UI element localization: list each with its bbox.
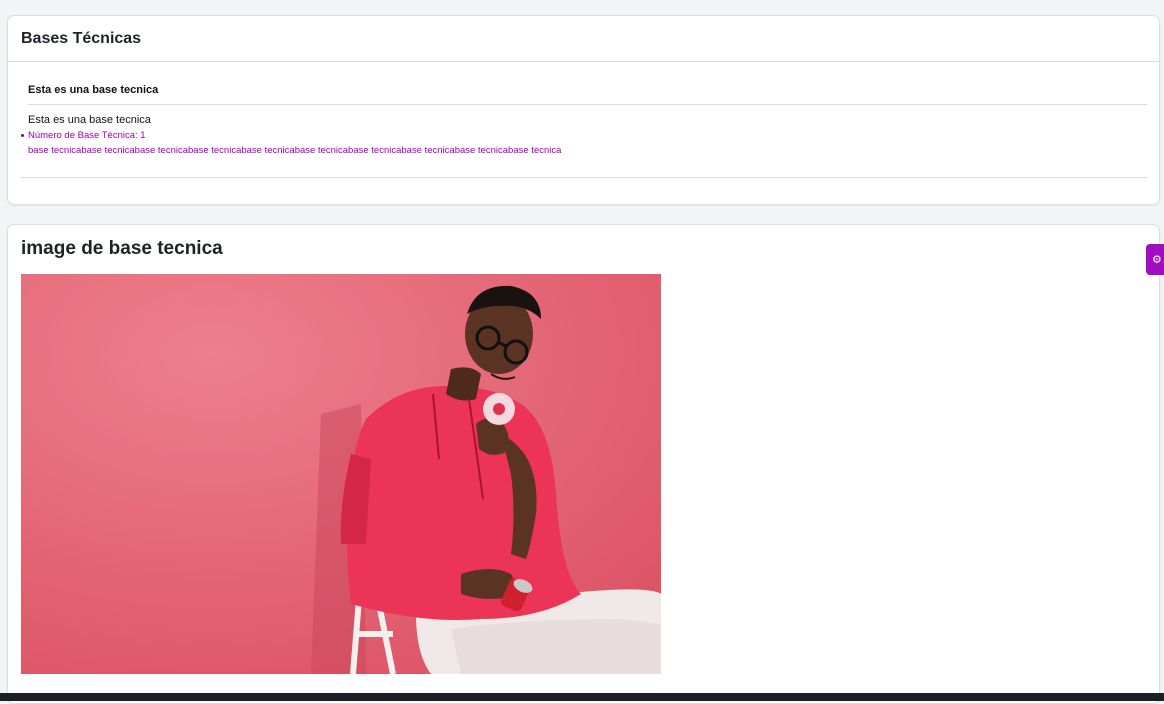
base-number-label: Número de Base Técnica: 1 bbox=[28, 130, 146, 141]
base-item-text: Esta es una base tecnica bbox=[28, 114, 151, 126]
image-card-title: image de base tecnica bbox=[21, 238, 223, 259]
settings-side-button[interactable]: ⚙ bbox=[1146, 244, 1164, 275]
divider bbox=[21, 177, 1147, 178]
base-tecnica-image bbox=[21, 274, 661, 674]
bottom-toolbar bbox=[0, 693, 1164, 701]
photo-illustration bbox=[21, 274, 661, 674]
image-card: image de base tecnica bbox=[7, 224, 1160, 704]
bullet-icon bbox=[21, 134, 24, 137]
base-description: base tecnicabase tecnicabase tecnicabase… bbox=[28, 145, 562, 156]
card-title: Bases Técnicas bbox=[21, 29, 142, 47]
settings-icon: ⚙ bbox=[1152, 254, 1162, 266]
base-number-line: Número de Base Técnica: 1 bbox=[21, 130, 146, 141]
base-item-heading: Esta es una base tecnica bbox=[28, 84, 1147, 105]
bases-tecnicas-card: Bases Técnicas Esta es una base tecnica … bbox=[7, 15, 1160, 205]
base-item-title: Esta es una base tecnica bbox=[28, 84, 159, 96]
card-header: Bases Técnicas bbox=[8, 16, 1159, 62]
